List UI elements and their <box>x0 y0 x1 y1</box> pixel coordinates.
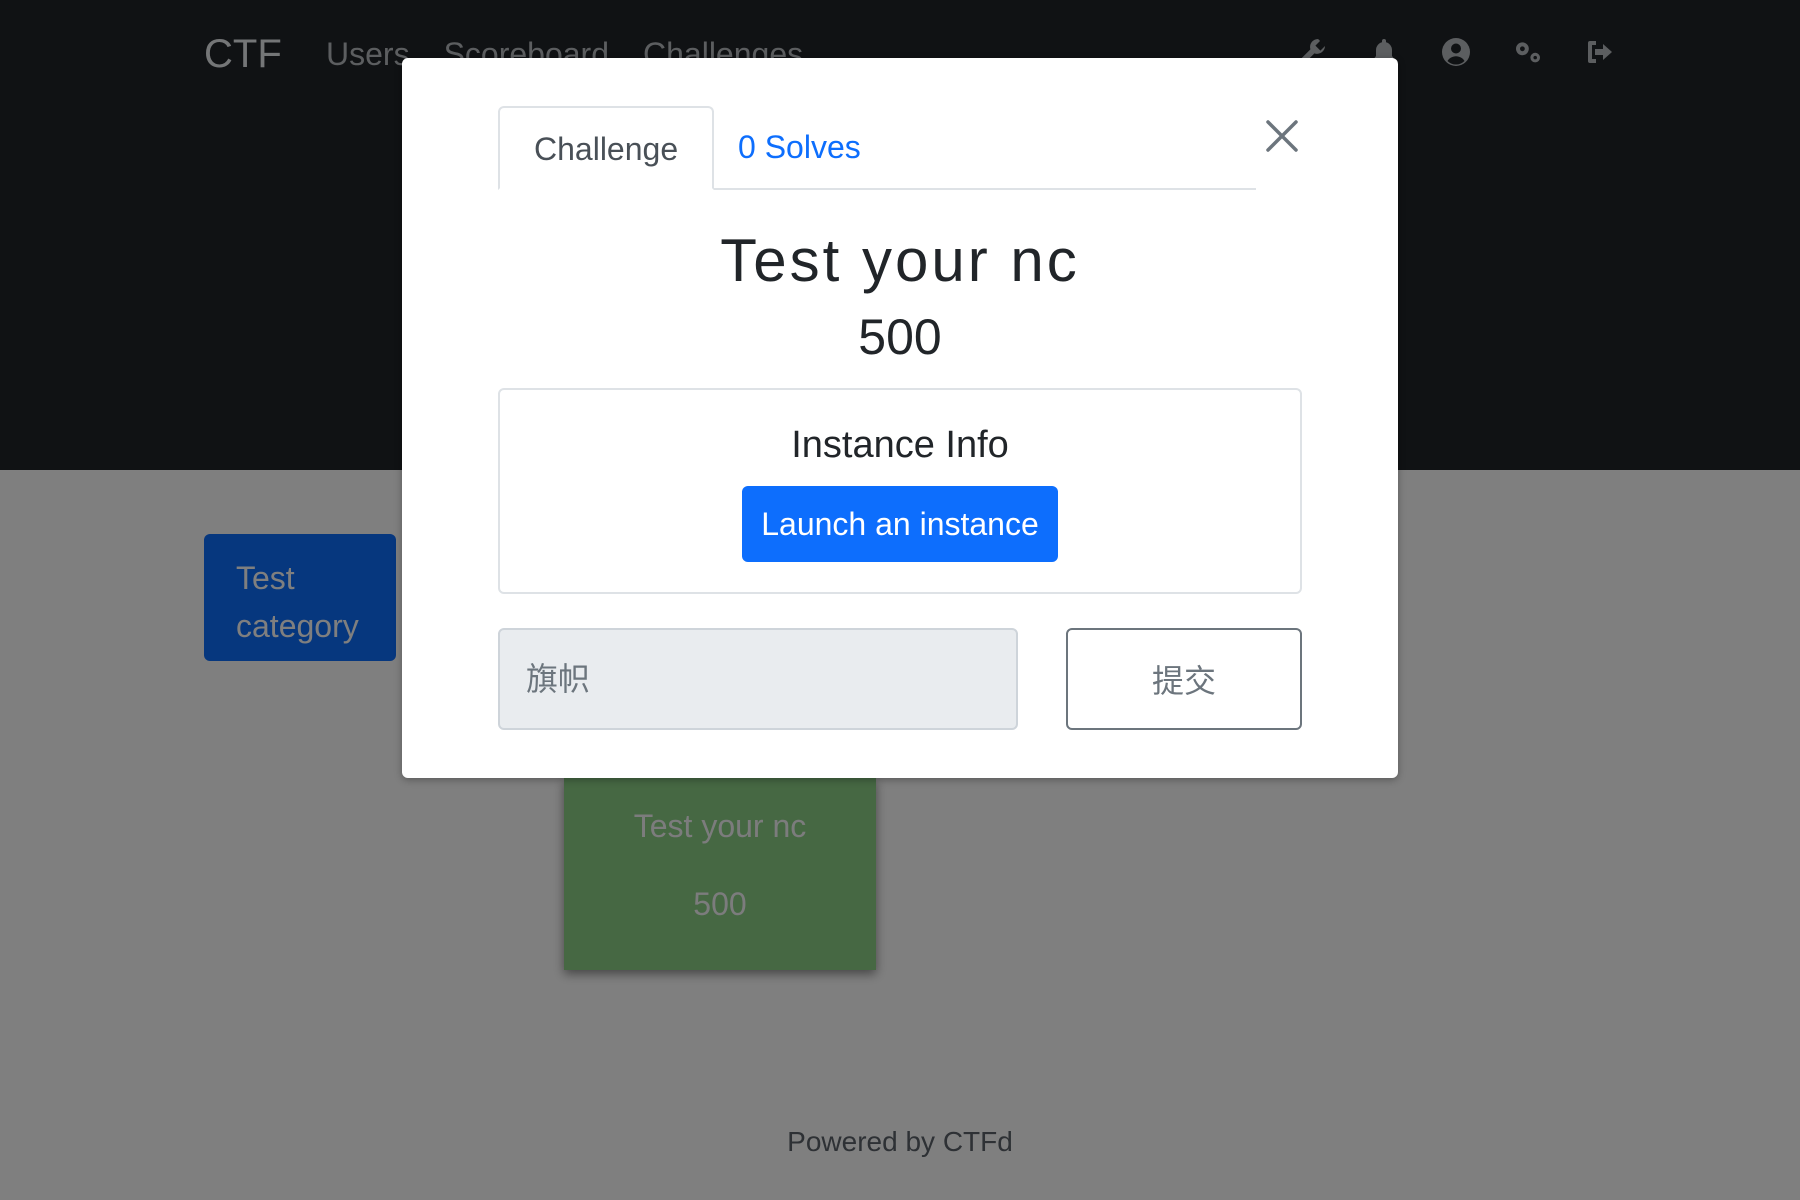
close-icon[interactable] <box>1256 110 1308 162</box>
tab-challenge[interactable]: Challenge <box>498 106 715 190</box>
tab-solves[interactable]: 0 Solves <box>704 106 895 188</box>
submit-button[interactable]: 提交 <box>1066 628 1302 730</box>
launch-instance-button[interactable]: Launch an instance <box>742 486 1058 562</box>
challenge-value: 500 <box>858 309 942 365</box>
instance-info-title: Instance Info <box>791 424 1009 466</box>
modal-tabs: Challenge 0 Solves <box>498 106 1256 190</box>
instance-info-panel: Instance Info Launch an instance <box>498 388 1302 594</box>
challenge-name: Test your nc <box>720 227 1080 294</box>
challenge-modal: Challenge 0 Solves Test your nc 500 Inst… <box>402 58 1398 778</box>
flag-input[interactable] <box>498 628 1018 730</box>
